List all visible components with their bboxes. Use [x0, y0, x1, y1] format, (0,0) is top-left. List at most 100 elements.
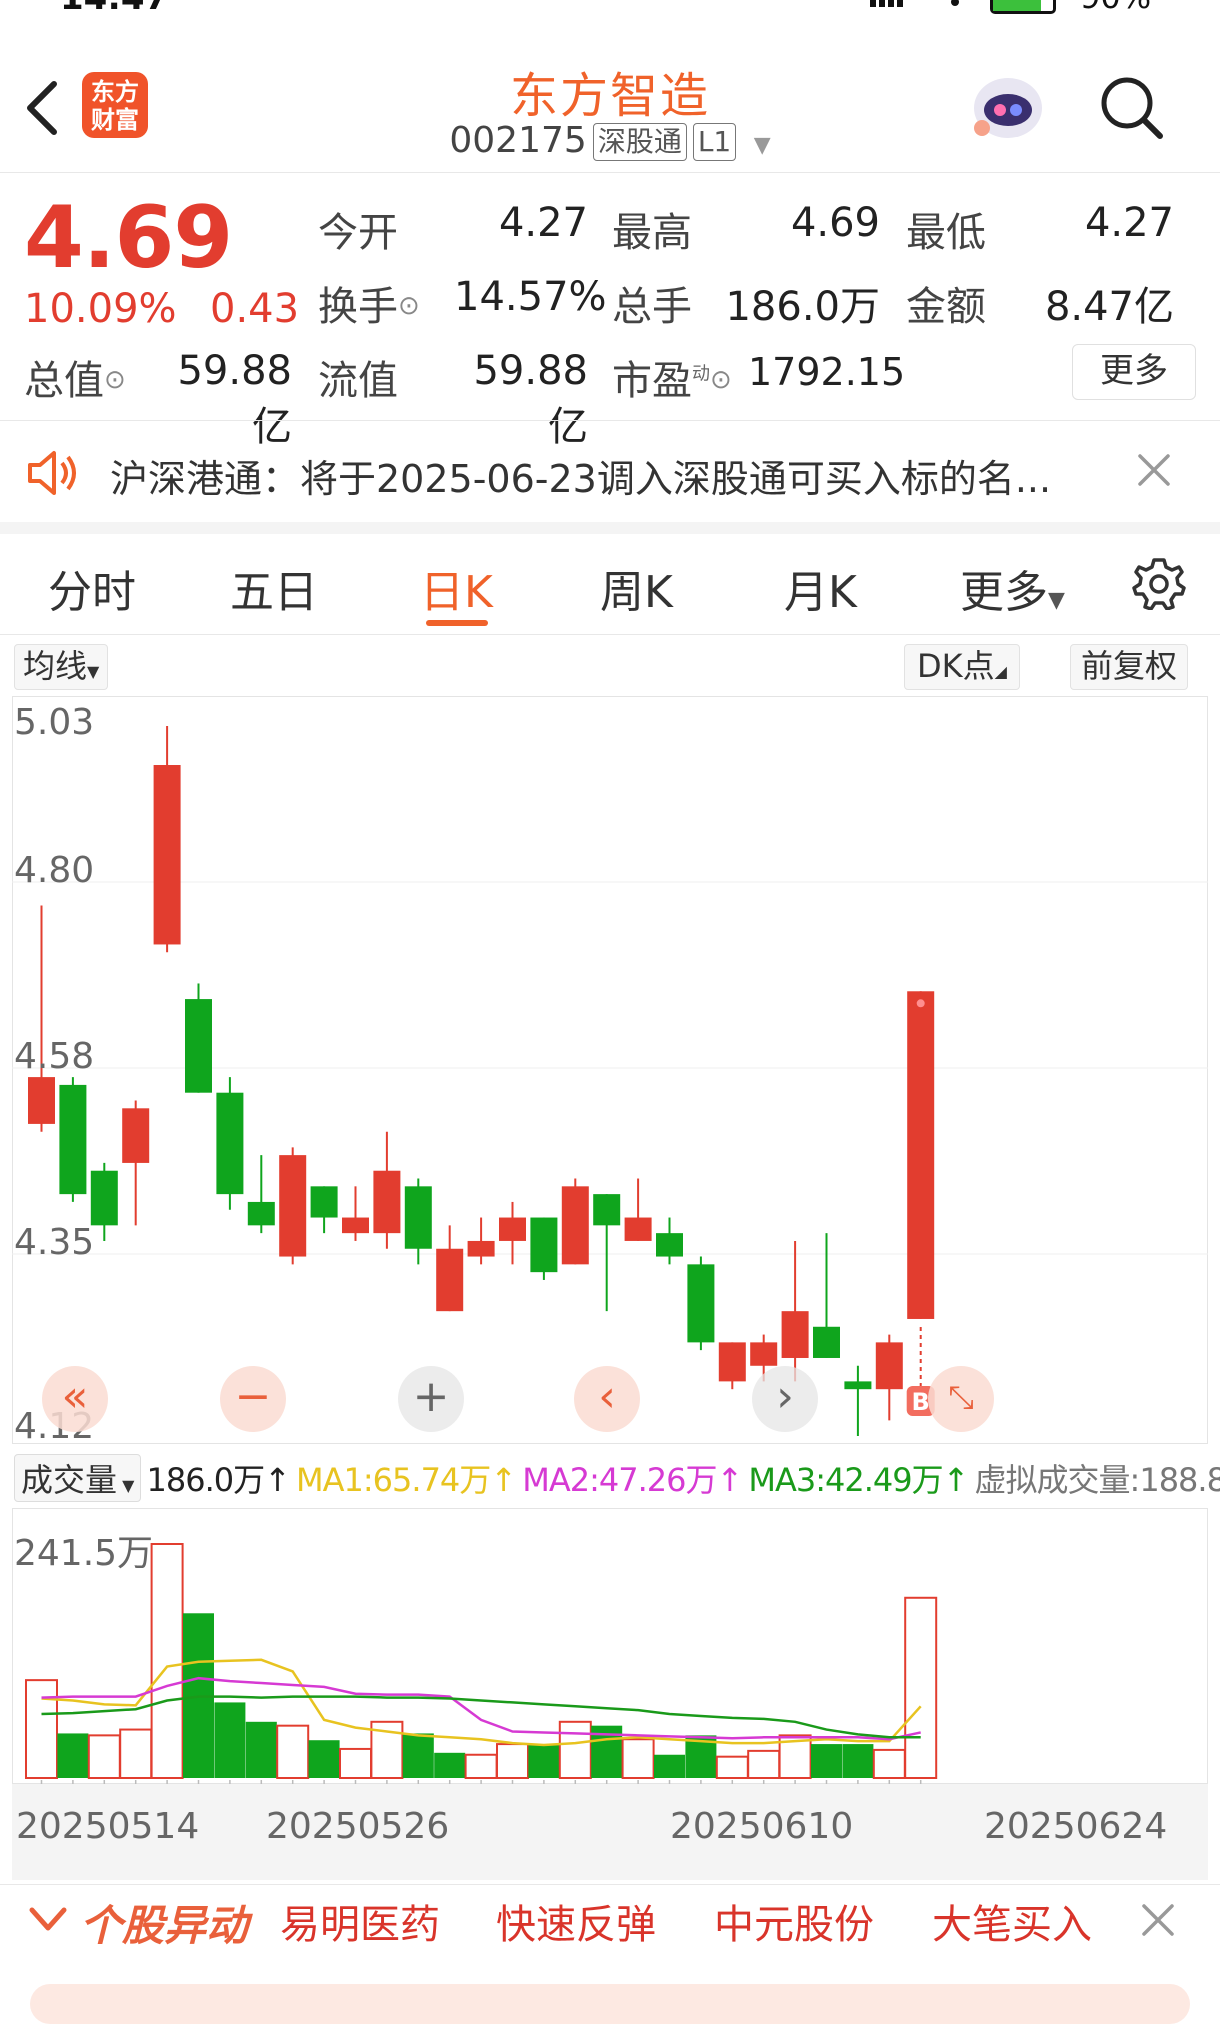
info-icon[interactable]: ⊙ [398, 291, 420, 321]
quote-divider [0, 420, 1220, 421]
signal-icon [870, 0, 910, 7]
open-label: 今开 [318, 210, 398, 256]
candle-body [750, 1342, 778, 1366]
volume-chart[interactable] [12, 1508, 1208, 1784]
assistant-robot-icon[interactable] [968, 68, 1048, 148]
candle-body [907, 991, 935, 1319]
candle-body [561, 1186, 589, 1265]
volume-chart-area[interactable] [12, 1508, 1208, 1784]
alert-item[interactable]: 中元股份 [714, 1892, 874, 1950]
date-tick: 20250514 [16, 1806, 200, 1847]
candle-body [310, 1186, 338, 1218]
search-button[interactable] [1098, 74, 1164, 140]
close-icon[interactable] [1140, 1902, 1176, 1938]
level-tag: L1 [692, 123, 737, 161]
price-tick: 5.03 [14, 702, 95, 743]
alert-item[interactable]: 易明医药 [280, 1892, 440, 1950]
open-value: 4.27 [498, 200, 588, 246]
news-divider [0, 1884, 1220, 1885]
kline-chart[interactable]: B [12, 696, 1208, 1444]
more-quote-button[interactable]: 更多 [1072, 344, 1196, 400]
scroll-left-fast-button[interactable]: « [42, 1366, 108, 1432]
period-tabs: 分时 五日 日K 周K 月K 更多▼ [0, 550, 1220, 630]
candle-body [656, 1233, 683, 1257]
kline-chart-area[interactable]: B [12, 696, 1208, 1444]
date-tick: 20250610 [670, 1806, 854, 1847]
section-gap [0, 522, 1220, 534]
volume-legend: 成交量 ▼ 186.0万↑ MA1:65.74万↑ MA2:47.26万↑ MA… [14, 1454, 1220, 1502]
volume-bar [904, 1596, 938, 1779]
minus-icon: − [234, 1371, 272, 1422]
candle-body [216, 1092, 244, 1195]
stock-alert-bar[interactable]: 个股异动 易明医药 快速反弹 中元股份 大笔买入 [0, 1890, 1220, 1950]
price-tick: 4.58 [14, 1036, 95, 1077]
candle-body [404, 1186, 432, 1249]
status-time: 14:47 [60, 0, 168, 18]
date-tick: 20250624 [984, 1806, 1168, 1847]
candle-body [530, 1217, 558, 1273]
volume-bar [528, 1744, 560, 1778]
wifi-icon [935, 0, 975, 8]
candle-body [373, 1170, 401, 1234]
info-icon[interactable]: ⊙ [710, 365, 732, 395]
volume-indicator-selector[interactable]: 成交量 ▼ [14, 1454, 142, 1502]
change-amount: 0.43 [210, 286, 300, 332]
notice-text[interactable]: 沪深港通：将于2025-06-23调入深股通可买入标的名... [110, 448, 1051, 503]
low-label: 最低 [906, 210, 986, 256]
high-label: 最高 [612, 210, 692, 256]
dropdown-triangle-icon: ▼ [753, 133, 771, 158]
search-icon [1101, 77, 1163, 139]
candle-body [687, 1264, 715, 1343]
volume-bar [25, 1679, 58, 1779]
candle-body [781, 1311, 809, 1358]
tab-5day[interactable]: 五日 [230, 556, 318, 620]
close-icon [1138, 454, 1170, 486]
volume-bar [747, 1749, 781, 1780]
volume-bar [434, 1752, 466, 1778]
tab-weekly-k[interactable]: 周K [600, 556, 673, 620]
last-price-dot [916, 999, 925, 1008]
volume-bar [621, 1738, 655, 1779]
settings-button[interactable] [1132, 556, 1186, 611]
close-notice-button[interactable] [1136, 452, 1172, 488]
legend-ma2: MA2:47.26万 [522, 1461, 717, 1499]
bottom-banner[interactable] [30, 1984, 1190, 2024]
tab-intraday[interactable]: 分时 [48, 556, 136, 620]
tab-daily-k[interactable]: 日K [420, 556, 493, 620]
low-value: 4.27 [1084, 200, 1174, 246]
dk-point-button[interactable]: DK点◢ [904, 644, 1020, 690]
candle-body [279, 1155, 307, 1257]
info-icon[interactable]: ⊙ [104, 365, 126, 395]
zoom-out-button[interactable]: − [220, 1366, 286, 1432]
scroll-right-button[interactable]: › [752, 1366, 818, 1432]
price-tick: 4.35 [14, 1222, 95, 1263]
chevron-left-icon: ‹ [598, 1371, 616, 1422]
zoom-in-button[interactable]: + [398, 1366, 464, 1432]
turnover-label: 换手⊙ [318, 284, 420, 330]
ma-selector[interactable]: 均线▼ [14, 644, 109, 690]
up-arrow-icon: ↑ [942, 1461, 970, 1499]
volume-bar [872, 1748, 906, 1779]
alert-item[interactable]: 大笔买入 [932, 1892, 1092, 1950]
alert-item[interactable]: 快速反弹 [496, 1892, 656, 1950]
stock-code: 002175 [449, 120, 587, 161]
candle-body [624, 1217, 652, 1241]
candle-body [59, 1084, 87, 1195]
scroll-left-button[interactable]: ‹ [574, 1366, 640, 1432]
price-tick: 4.80 [14, 850, 95, 891]
volume-bar [119, 1728, 153, 1779]
battery-level: 90% [1080, 0, 1151, 16]
double-chevron-left-icon: « [61, 1371, 89, 1422]
tabs-divider [0, 634, 1220, 635]
adjust-button[interactable]: 前复权 [1070, 644, 1189, 690]
dropdown-triangle-icon: ▼ [1048, 588, 1065, 613]
header-divider [0, 172, 1220, 173]
volume-bar [87, 1734, 121, 1779]
tab-monthly-k[interactable]: 月K [784, 556, 857, 620]
fullscreen-button[interactable]: ⤡ [928, 1366, 994, 1432]
corner-triangle-icon: ◢ [994, 662, 1007, 681]
volume-bar [339, 1747, 372, 1779]
up-arrow-icon: ↑ [490, 1461, 518, 1499]
tab-more[interactable]: 更多▼ [960, 556, 1065, 620]
float-label: 流值 [318, 358, 398, 404]
